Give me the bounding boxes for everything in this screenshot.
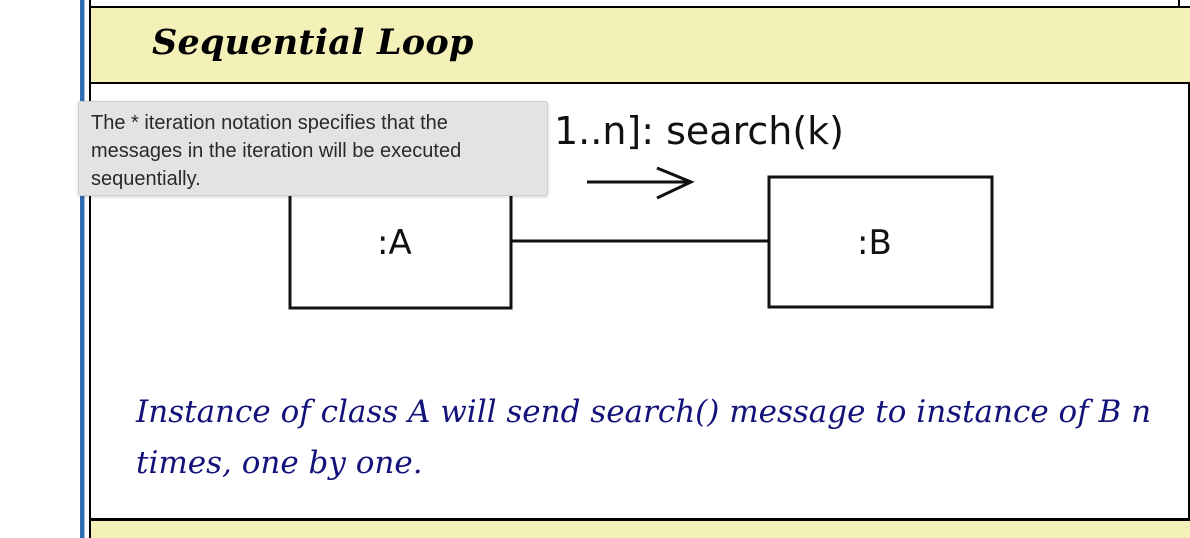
diagram-caption: Instance of class A will send search() m… xyxy=(136,394,1152,481)
section-title-row: Sequential Loop xyxy=(91,8,1190,84)
message-arrow xyxy=(587,166,695,200)
panel-top-band xyxy=(91,0,1190,8)
loop-section-panel: Sequential Loop 1..n]: search(k) :A :B I… xyxy=(89,0,1190,538)
panel-top-divider xyxy=(1178,0,1180,8)
iteration-notation-tooltip: The * iteration notation specifies that … xyxy=(78,101,548,196)
message-label: 1..n]: search(k) xyxy=(554,109,844,153)
section-title: Sequential Loop xyxy=(152,22,474,63)
object-a-label: :A xyxy=(377,223,412,263)
next-section-title-row xyxy=(91,518,1190,538)
left-border-rule-inner xyxy=(84,0,85,538)
object-b-label: :B xyxy=(857,223,892,263)
